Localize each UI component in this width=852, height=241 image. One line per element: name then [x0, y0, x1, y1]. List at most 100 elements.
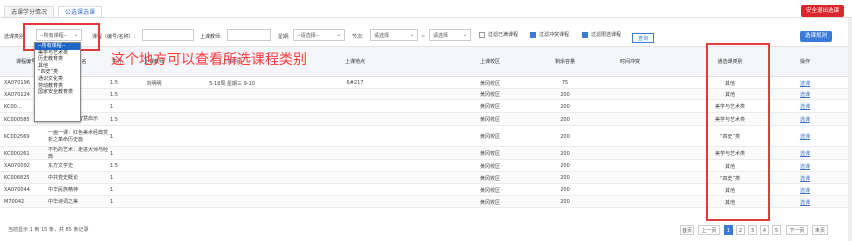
cell-campus: 黄冈校区	[479, 175, 500, 182]
dropdown-option[interactable]: --所有课程--	[35, 43, 80, 50]
course-rules-button[interactable]: 选课规则	[799, 31, 832, 42]
cell-remain: 200	[560, 91, 570, 98]
cell-campus: 黄冈校区	[479, 104, 500, 110]
cell-time	[184, 184, 280, 196]
cell-conflict	[580, 126, 680, 147]
cell-place	[280, 126, 430, 147]
filter-full-checkbox[interactable]	[479, 32, 485, 38]
cell-time	[184, 89, 280, 100]
pager-last[interactable]: 末页	[812, 225, 828, 235]
cell-remain: 200	[560, 199, 570, 205]
cell-teacher	[124, 113, 184, 126]
cell-place	[280, 160, 430, 172]
scrollbar[interactable]	[848, 18, 852, 241]
cell-remain: 200	[560, 116, 570, 123]
header-operation: 操作	[799, 59, 810, 65]
category-dropdown[interactable]: --所有课程-- 美学与艺术类 历史教育类 其他 “四史”类 通识文化类 劳动教育类 国家安全…	[34, 42, 81, 122]
pager-page-3[interactable]: 3	[748, 225, 757, 235]
cell-credit: 1.5	[110, 116, 118, 123]
cell-campus: 黄冈校区	[479, 199, 500, 206]
cell-credit: 1.5	[110, 163, 118, 169]
cell-op[interactable]: 选课	[780, 196, 830, 208]
cell-conflict	[580, 147, 680, 160]
cell-op[interactable]: 选课	[780, 113, 830, 126]
section-from-select[interactable]: 请选择 ⌄	[370, 29, 418, 41]
cell-op[interactable]: 选课	[780, 184, 830, 196]
cell-time	[184, 196, 280, 208]
cell-remain: 200	[560, 187, 570, 193]
cell-teacher	[124, 160, 184, 172]
filter-full-label: 过滤已满课程	[488, 32, 519, 38]
cell-remain: 200	[560, 133, 570, 140]
cell-op[interactable]: 选课	[780, 172, 830, 184]
pager-page-2[interactable]: 2	[736, 225, 745, 235]
cell-conflict	[580, 89, 680, 100]
cell-time	[184, 147, 280, 160]
cell-place	[280, 184, 430, 196]
cell-place	[280, 89, 430, 100]
cell-place	[280, 113, 430, 126]
cell-op[interactable]: 选课	[780, 147, 830, 160]
cell-place	[280, 196, 430, 208]
cell-campus: 黄冈校区	[479, 163, 500, 170]
query-button[interactable]: 查询	[632, 33, 655, 43]
cell-remain: 200	[560, 150, 570, 157]
safe-exit-button[interactable]: 安全退出选课	[800, 5, 844, 17]
course-input[interactable]	[142, 29, 194, 41]
cell-code: M70042	[4, 199, 25, 205]
cell-name: 不朽的艺术：走进大师与经典	[48, 147, 109, 160]
cell-teacher	[124, 172, 184, 184]
cell-conflict	[580, 196, 680, 208]
cell-campus: 黄冈校区	[479, 187, 500, 194]
header-campus: 上课校区	[479, 59, 500, 65]
cell-op[interactable]: 选课	[780, 100, 830, 113]
cell-name: 中华诗词之美	[48, 198, 79, 205]
cell-name: 中共党史概论	[48, 174, 79, 181]
tab-credit-status[interactable]: 选课学分情况	[4, 6, 55, 17]
cell-credit: 1.5	[110, 80, 118, 86]
chevron-down-icon: ⌄	[462, 32, 467, 38]
cell-time	[184, 113, 280, 126]
cell-remain: 200	[560, 175, 570, 181]
chevron-down-icon: ⌄	[336, 32, 341, 38]
pager-next[interactable]: 下一页	[786, 225, 808, 235]
cell-place	[280, 100, 430, 113]
pager-page-5[interactable]: 5	[772, 225, 781, 235]
pager-page-1[interactable]: 1	[724, 225, 733, 235]
cell-op[interactable]: 选课	[780, 89, 830, 100]
dropdown-option[interactable]: “四史”类	[35, 69, 80, 76]
dropdown-option[interactable]: 国家安全教育类	[35, 89, 80, 96]
cell-op[interactable]: 选课	[780, 126, 830, 147]
cell-credit: 1	[110, 150, 114, 157]
weekday-label: 星期:	[278, 34, 290, 40]
dropdown-option[interactable]: 通识文化类	[35, 76, 80, 83]
highlight-box-category-column	[706, 43, 770, 221]
cell-op[interactable]: 选课	[780, 77, 830, 89]
cell-op[interactable]: 选课	[780, 160, 830, 172]
cell-time	[184, 172, 280, 184]
weekday-select[interactable]: --请选择-- ⌄	[293, 29, 345, 41]
tab-elective-selection[interactable]: 公选课选课	[58, 6, 103, 17]
cell-teacher	[124, 184, 184, 196]
cell-campus: 黄冈校区	[479, 151, 500, 157]
cell-name: 中华民族精神	[48, 186, 79, 193]
cell-teacher	[124, 147, 184, 160]
pager-prev[interactable]: 上一页	[698, 225, 720, 235]
cell-place: 6#217	[346, 80, 364, 86]
header-remain: 剩余容量	[554, 59, 575, 65]
category-options: --所有课程-- 美学与艺术类 历史教育类 其他 “四史”类 通识文化类 劳动教育类 国家安全…	[35, 43, 80, 96]
cell-conflict	[580, 77, 680, 89]
filter-limit-checkbox[interactable]	[582, 32, 588, 38]
cell-name: 东方文学史	[48, 162, 74, 169]
section-to-select[interactable]: 请选择 ⌄	[429, 29, 471, 41]
teacher-input[interactable]	[227, 29, 271, 41]
filter-conflict-checkbox[interactable]	[530, 32, 536, 38]
annotation-text: 这个地方可以查看所选课程类别	[111, 52, 307, 68]
pager-first[interactable]: 首页	[680, 225, 694, 235]
record-count: 当前显示 1 到 15 条，共 85 条记录	[8, 227, 89, 233]
dropdown-option[interactable]: 历史教育类	[35, 56, 80, 63]
cell-teacher	[124, 100, 184, 113]
pager-page-4[interactable]: 4	[760, 225, 769, 235]
cell-code: KC006825	[4, 175, 30, 181]
cell-conflict	[580, 172, 680, 184]
